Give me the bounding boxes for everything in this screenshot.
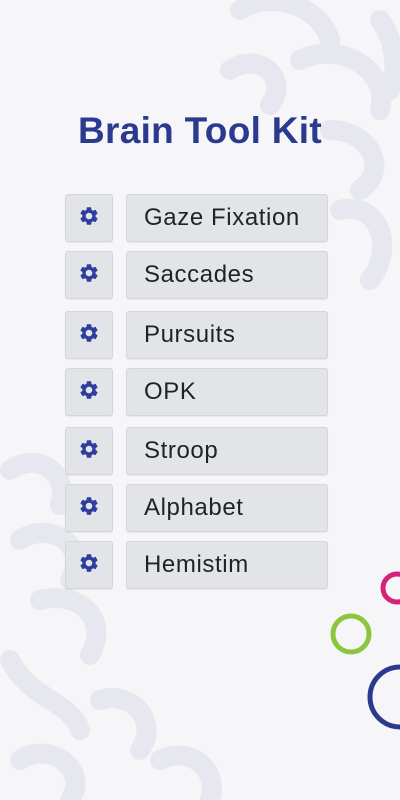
gear-icon [78, 205, 100, 232]
tool-row-opk: OPK [65, 368, 328, 416]
gear-icon [78, 322, 100, 349]
ring-magenta [380, 571, 400, 605]
tool-button-alphabet[interactable]: Alphabet [126, 484, 328, 532]
settings-button-saccades[interactable] [65, 251, 113, 299]
settings-button-gaze-fixation[interactable] [65, 194, 113, 242]
tool-button-pursuits[interactable]: Pursuits [126, 311, 328, 359]
tool-row-hemistim: Hemistim [65, 541, 328, 589]
gear-icon [78, 379, 100, 406]
ring-navy [367, 664, 400, 730]
ring-green [330, 613, 372, 655]
page-title: Brain Tool Kit [78, 110, 322, 151]
tool-button-opk[interactable]: OPK [126, 368, 328, 416]
tool-button-hemistim[interactable]: Hemistim [126, 541, 328, 589]
tool-row-pursuits: Pursuits [65, 311, 328, 359]
tool-row-gaze-fixation: Gaze Fixation [65, 194, 328, 242]
settings-button-pursuits[interactable] [65, 311, 113, 359]
gear-icon [78, 495, 100, 522]
settings-button-stroop[interactable] [65, 427, 113, 475]
gear-icon [78, 438, 100, 465]
tool-row-stroop: Stroop [65, 427, 328, 475]
tool-button-gaze-fixation[interactable]: Gaze Fixation [126, 194, 328, 242]
settings-button-opk[interactable] [65, 368, 113, 416]
tool-button-saccades[interactable]: Saccades [126, 251, 328, 299]
tool-button-stroop[interactable]: Stroop [126, 427, 328, 475]
tool-row-alphabet: Alphabet [65, 484, 328, 532]
settings-button-hemistim[interactable] [65, 541, 113, 589]
settings-button-alphabet[interactable] [65, 484, 113, 532]
tool-row-saccades: Saccades [65, 251, 328, 299]
gear-icon [78, 552, 100, 579]
gear-icon [78, 262, 100, 289]
